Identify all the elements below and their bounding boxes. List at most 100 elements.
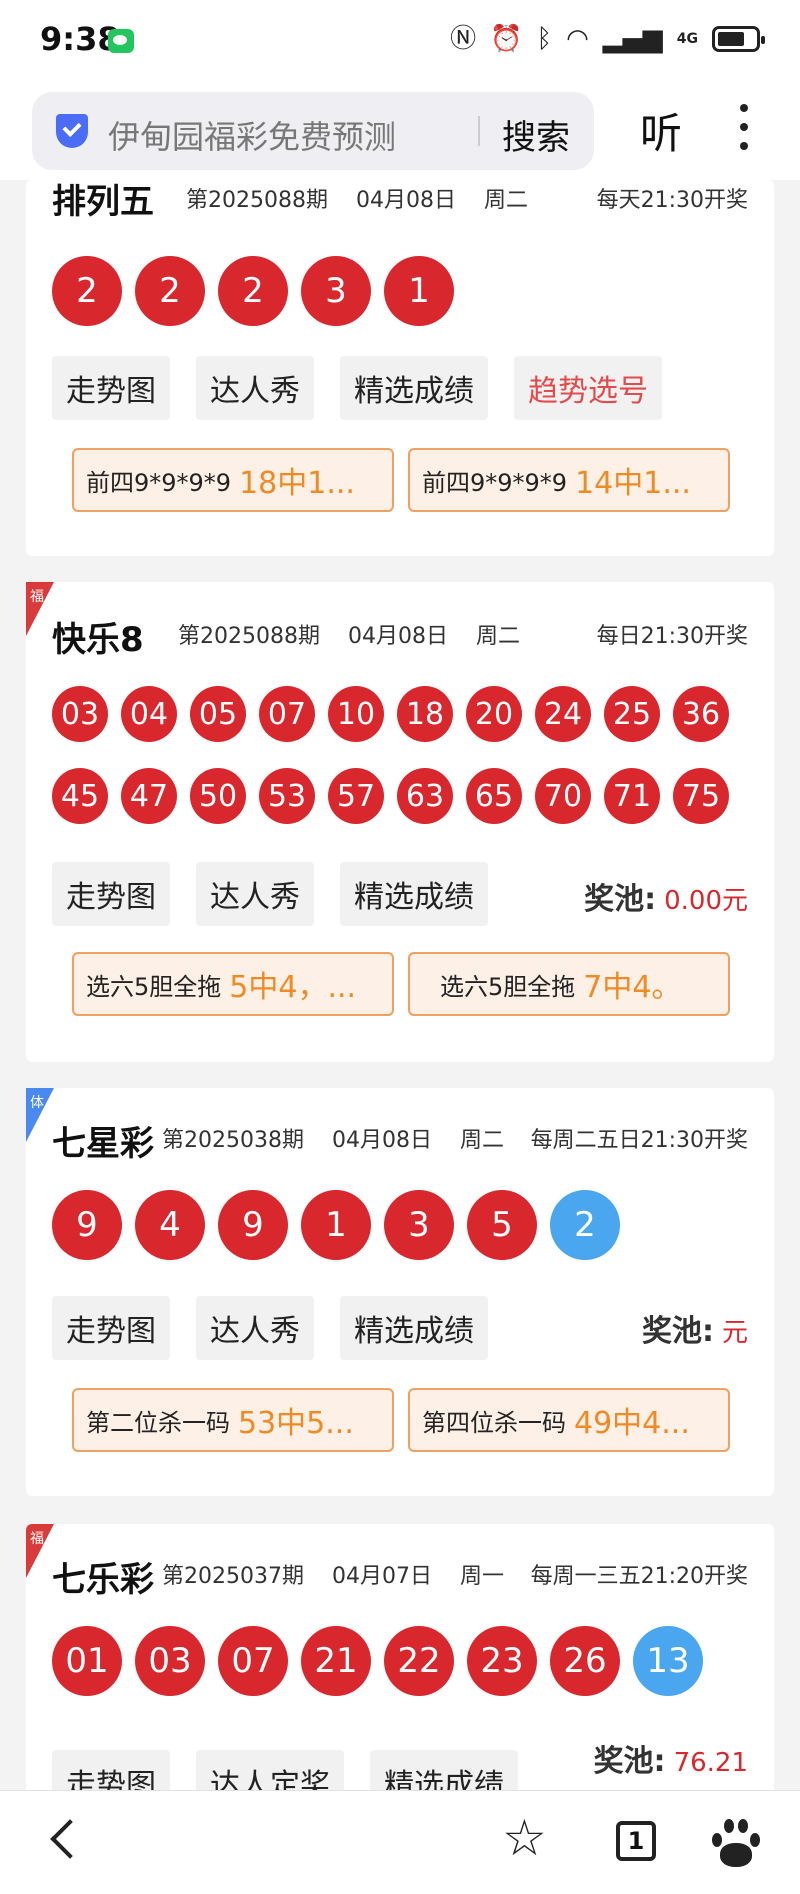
trend-pick-button[interactable]: 趋势选号 bbox=[514, 356, 662, 420]
prize-pool: 奖池: 76.21 bbox=[594, 1736, 748, 1780]
card-schedule: 每天21:30开奖 bbox=[596, 188, 748, 213]
red-ball: 65 bbox=[466, 768, 522, 824]
red-ball: 10 bbox=[328, 686, 384, 742]
card-schedule: 每日21:30开奖 bbox=[596, 624, 748, 649]
sports-badge: 体 bbox=[26, 1088, 54, 1142]
lottery-card-qxc: 体 七星彩 第2025038期 04月08日 周二 每周二五日21:30开奖 9… bbox=[26, 1088, 774, 1496]
card-date: 04月08日 bbox=[348, 624, 448, 649]
search-divider bbox=[478, 116, 480, 146]
red-ball: 1 bbox=[301, 1190, 371, 1260]
card-date: 04月07日 bbox=[332, 1564, 432, 1589]
tip-box[interactable]: 前四9*9*9*9 14中1... bbox=[408, 448, 730, 512]
star-icon[interactable]: ☆ bbox=[502, 1813, 547, 1863]
more-icon[interactable] bbox=[740, 104, 750, 154]
shield-icon bbox=[56, 114, 88, 148]
ball-row: 9 4 9 1 3 5 2 bbox=[52, 1190, 620, 1260]
tip-box[interactable]: 选六5胆全拖 5中4，... bbox=[72, 952, 394, 1016]
expert-show-button[interactable]: 达人秀 bbox=[196, 1296, 314, 1360]
red-ball: 1 bbox=[384, 256, 454, 326]
card-issue: 第2025038期 bbox=[162, 1128, 304, 1153]
selected-results-button[interactable]: 精选成绩 bbox=[340, 1296, 488, 1360]
red-ball: 2 bbox=[218, 256, 288, 326]
red-ball: 36 bbox=[673, 686, 729, 742]
pool-value: 76.21 bbox=[673, 1748, 748, 1778]
battery-icon bbox=[712, 26, 765, 52]
red-ball: 22 bbox=[384, 1626, 454, 1696]
red-ball: 5 bbox=[467, 1190, 537, 1260]
tip-row: 选六5胆全拖 5中4，... 选六5胆全拖 7中4。 bbox=[72, 952, 730, 1016]
card-weekday: 周二 bbox=[476, 624, 521, 649]
red-ball: 71 bbox=[604, 768, 660, 824]
search-input[interactable]: 伊甸园福彩免费预测 bbox=[108, 112, 396, 158]
red-ball: 63 bbox=[397, 768, 453, 824]
wifi-icon: ◠ bbox=[566, 24, 589, 54]
alarm-icon: ⏰ bbox=[490, 24, 523, 54]
trend-chart-button[interactable]: 走势图 bbox=[52, 1750, 170, 1790]
baidu-paw-icon[interactable] bbox=[710, 1817, 762, 1869]
prize-pool: 奖池: 0.00元 bbox=[584, 874, 748, 918]
red-ball: 75 bbox=[673, 768, 729, 824]
tip-value: 14中1... bbox=[575, 466, 691, 501]
red-ball: 9 bbox=[52, 1190, 122, 1260]
red-ball: 03 bbox=[135, 1626, 205, 1696]
back-icon[interactable] bbox=[50, 1819, 90, 1859]
signal-icon: ▂▄▆ bbox=[602, 24, 663, 54]
red-ball: 07 bbox=[218, 1626, 288, 1696]
card-schedule: 每周一三五21:20开奖 bbox=[530, 1564, 748, 1589]
trend-chart-button[interactable]: 走势图 bbox=[52, 1296, 170, 1360]
tip-label: 前四9*9*9*9 bbox=[422, 468, 568, 497]
pool-label: 奖池: bbox=[641, 1314, 714, 1349]
tip-row: 第二位杀一码 53中5... 第四位杀一码 49中4... bbox=[72, 1388, 730, 1452]
expert-prize-button[interactable]: 达人定奖 bbox=[196, 1750, 344, 1790]
red-ball: 53 bbox=[259, 768, 315, 824]
tip-value: 53中5... bbox=[238, 1406, 354, 1441]
search-button[interactable]: 搜索 bbox=[502, 110, 570, 159]
trend-chart-button[interactable]: 走势图 bbox=[52, 862, 170, 926]
action-buttons: 走势图 达人定奖 精选成绩 bbox=[52, 1750, 518, 1790]
prize-pool: 奖池: 元 bbox=[642, 1306, 748, 1350]
card-issue: 第2025088期 bbox=[178, 624, 320, 649]
ball-row-2: 45 47 50 53 57 63 65 70 71 75 bbox=[52, 768, 729, 824]
expert-show-button[interactable]: 达人秀 bbox=[196, 356, 314, 420]
card-title: 快乐8 bbox=[52, 620, 144, 660]
welfare-badge: 福 bbox=[26, 582, 54, 636]
ball-row: 01 03 07 21 22 23 26 13 bbox=[52, 1626, 703, 1696]
card-title: 七星彩 bbox=[52, 1124, 154, 1164]
nfc-icon: Ⓝ bbox=[450, 24, 477, 54]
pool-value: 元 bbox=[721, 1318, 748, 1348]
listen-button[interactable]: 听 bbox=[640, 100, 682, 161]
red-ball: 07 bbox=[259, 686, 315, 742]
search-bar[interactable]: 伊甸园福彩免费预测 搜索 bbox=[32, 92, 594, 170]
tip-box[interactable]: 第二位杀一码 53中5... bbox=[72, 1388, 394, 1452]
card-issue: 第2025088期 bbox=[186, 188, 328, 213]
tip-label: 第四位杀一码 bbox=[422, 1408, 566, 1437]
card-weekday: 周一 bbox=[460, 1564, 505, 1589]
blue-ball: 2 bbox=[550, 1190, 620, 1260]
trend-chart-button[interactable]: 走势图 bbox=[52, 356, 170, 420]
red-ball: 23 bbox=[467, 1626, 537, 1696]
selected-results-button[interactable]: 精选成绩 bbox=[340, 862, 488, 926]
red-ball: 9 bbox=[218, 1190, 288, 1260]
status-bar: 9:38 Ⓝ ⏰ ᛒ ◠ ▂▄▆ 4G bbox=[0, 0, 800, 80]
network-type: 4G bbox=[676, 31, 698, 47]
red-ball: 4 bbox=[135, 1190, 205, 1260]
lottery-card-pl5: 排列五 第2025088期 04月08日 周二 每天21:30开奖 2 2 2 … bbox=[26, 180, 774, 556]
action-buttons: 走势图 达人秀 精选成绩 bbox=[52, 862, 488, 926]
tip-box[interactable]: 选六5胆全拖 7中4。 bbox=[408, 952, 730, 1016]
tip-value: 7中4。 bbox=[583, 970, 682, 1005]
expert-show-button[interactable]: 达人秀 bbox=[196, 862, 314, 926]
action-buttons: 走势图 达人秀 精选成绩 bbox=[52, 1296, 488, 1360]
lottery-card-kl8: 福 快乐8 第2025088期 04月08日 周二 每日21:30开奖 03 0… bbox=[26, 582, 774, 1062]
tip-box[interactable]: 第四位杀一码 49中4... bbox=[408, 1388, 730, 1452]
tab-count-button[interactable]: 1 bbox=[616, 1821, 656, 1861]
selected-results-button[interactable]: 精选成绩 bbox=[340, 356, 488, 420]
tip-value: 18中1... bbox=[239, 466, 355, 501]
red-ball: 04 bbox=[121, 686, 177, 742]
tip-box[interactable]: 前四9*9*9*9 18中1... bbox=[72, 448, 394, 512]
red-ball: 18 bbox=[397, 686, 453, 742]
red-ball: 21 bbox=[301, 1626, 371, 1696]
pool-value: 0.00元 bbox=[664, 886, 748, 916]
selected-results-button[interactable]: 精选成绩 bbox=[370, 1750, 518, 1790]
system-icons: Ⓝ ⏰ ᛒ ◠ ▂▄▆ 4G bbox=[450, 24, 765, 54]
red-ball: 3 bbox=[301, 256, 371, 326]
